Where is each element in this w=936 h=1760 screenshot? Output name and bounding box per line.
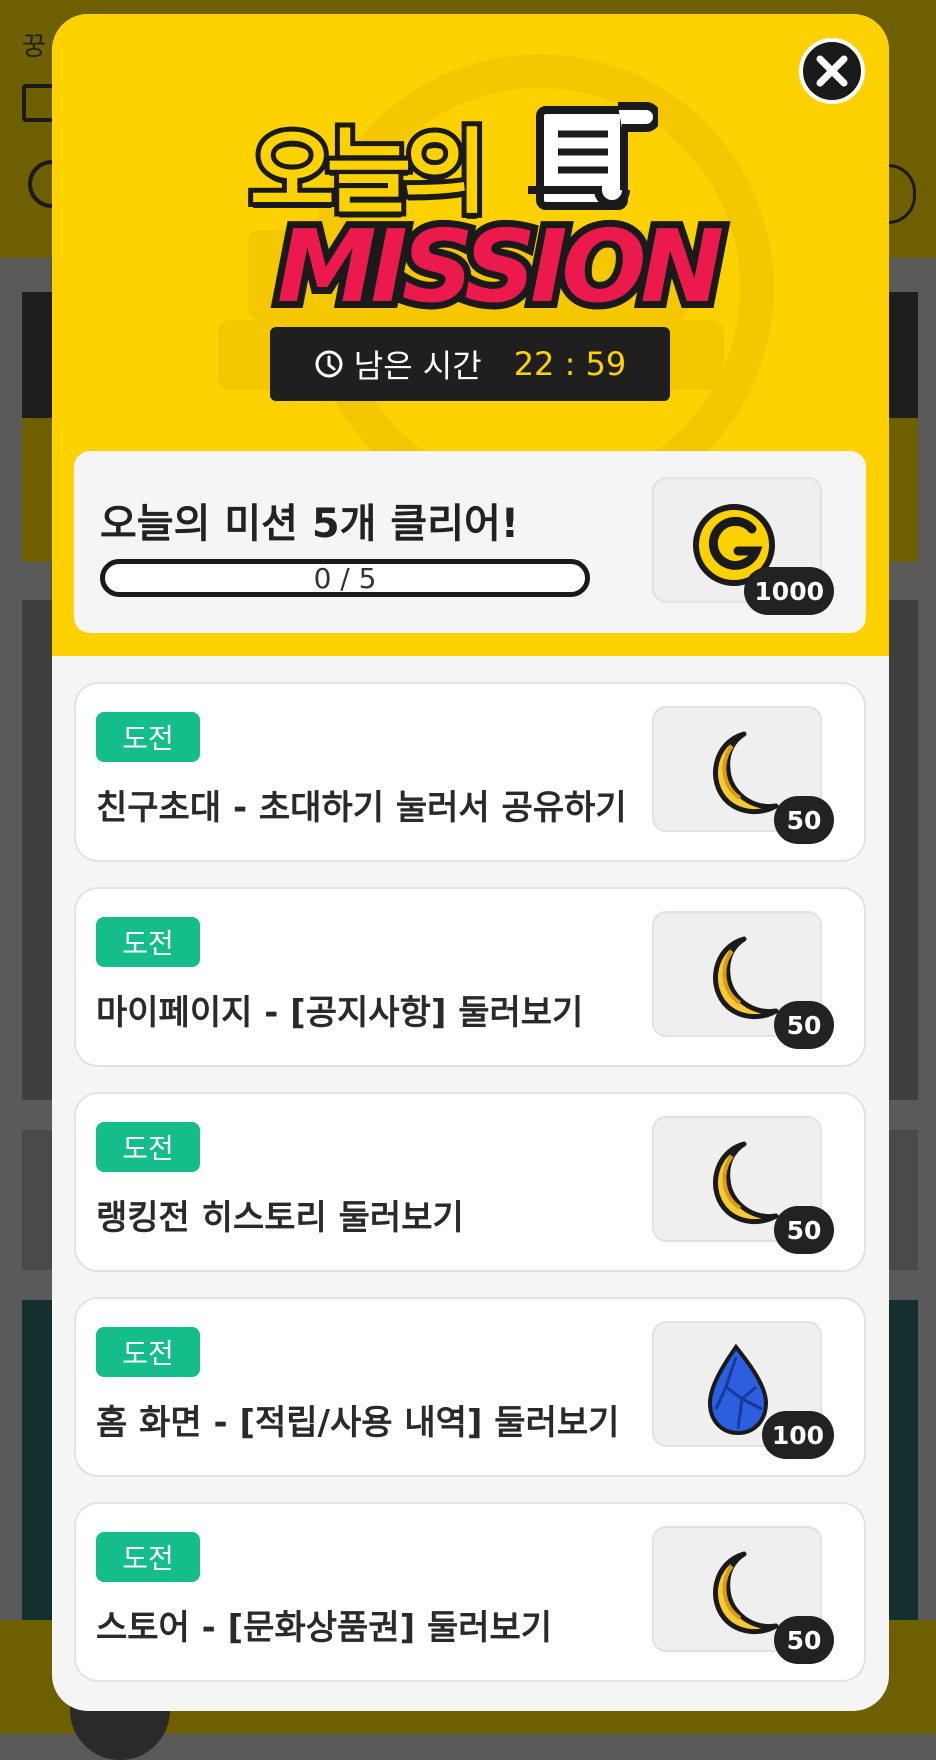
challenge-tag: 도전: [96, 1532, 200, 1582]
mission-modal: 오늘의 오늘의 MISSION MISSION 남은 시간 22: 59 오늘…: [52, 14, 889, 1711]
reward-amount: 100: [761, 1411, 834, 1459]
challenge-tag: 도전: [96, 917, 200, 967]
mission-item[interactable]: 도전친구초대 - 초대하기 눌러서 공유하기 50: [74, 682, 866, 862]
progress-text: 0 / 5: [313, 561, 377, 595]
moon-icon: [692, 1548, 786, 1646]
mission-title: 홈 화면 - [적립/사용 내역] 둘러보기: [96, 1403, 620, 1443]
close-icon: [816, 55, 848, 87]
mission-item[interactable]: 도전스토어 - [문화상품권] 둘러보기 50: [74, 1502, 866, 1682]
mission-title: 스토어 - [문화상품권] 둘러보기: [96, 1608, 553, 1648]
timer-label: 남은 시간: [353, 347, 482, 385]
mission-item[interactable]: 도전홈 화면 - [적립/사용 내역] 둘러보기 100: [74, 1297, 866, 1477]
reward-amount: 1000: [744, 567, 834, 615]
mission-title: 마이페이지 - [공지사항] 둘러보기: [96, 993, 584, 1033]
reward-box: 50: [652, 706, 834, 844]
reward-box: 1000: [652, 477, 834, 615]
close-button[interactable]: [799, 38, 865, 104]
reward-box: 100: [652, 1321, 834, 1459]
challenge-tag: 도전: [96, 1122, 200, 1172]
scroll-icon: [522, 98, 661, 222]
timer-value: 22 : 59: [513, 345, 627, 383]
daily-clear-card: 오늘의 미션 5개 클리어! 0 / 5 1000: [74, 451, 866, 633]
challenge-tag: 도전: [96, 712, 200, 762]
title-english: MISSION: [277, 208, 724, 325]
mission-title: 친구초대 - 초대하기 눌러서 공유하기: [96, 788, 627, 828]
daily-clear-title: 오늘의 미션 5개 클리어!: [100, 501, 520, 547]
moon-icon: [692, 728, 786, 826]
mission-item[interactable]: 도전마이페이지 - [공지사항] 둘러보기 50: [74, 887, 866, 1067]
reward-box: 50: [652, 1116, 834, 1254]
reward-amount: 50: [774, 796, 834, 844]
background-title: 꿍: [22, 32, 46, 62]
reward-box: 50: [652, 911, 834, 1049]
moon-icon: [692, 1138, 786, 1236]
modal-header: 오늘의 오늘의 MISSION MISSION 남은 시간 22: 59 오늘…: [52, 14, 889, 656]
reward-amount: 50: [774, 1001, 834, 1049]
reward-box: 50: [652, 1526, 834, 1664]
reward-amount: 50: [774, 1616, 834, 1664]
progress-bar: 0 / 5: [100, 559, 590, 597]
remaining-time: 남은 시간 22 : 59: [270, 327, 670, 401]
mission-item[interactable]: 도전랭킹전 히스토리 둘러보기 50: [74, 1092, 866, 1272]
mission-title: 랭킹전 히스토리 둘러보기: [96, 1198, 464, 1238]
reward-amount: 50: [774, 1206, 834, 1254]
moon-icon: [692, 933, 786, 1031]
clock-icon: [314, 349, 344, 379]
challenge-tag: 도전: [96, 1327, 200, 1377]
